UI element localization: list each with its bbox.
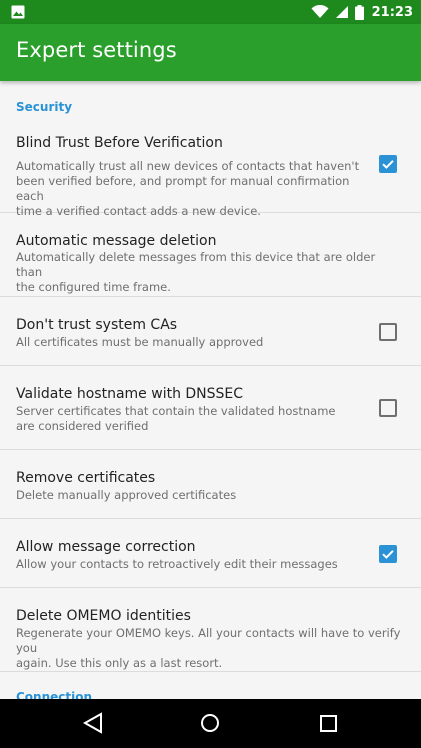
cell-signal-icon: [335, 6, 348, 18]
image-icon: [11, 5, 25, 19]
navigation-bar: [0, 699, 421, 748]
status-bar: 21:23: [0, 0, 421, 24]
app-bar: Expert settings: [0, 24, 421, 81]
pref-delete-omemo-identities[interactable]: Delete OMEMO identities Regenerate your …: [0, 588, 421, 672]
battery-icon: [354, 4, 364, 20]
settings-list[interactable]: Security Blind Trust Before Verification…: [0, 81, 421, 699]
pref-title: Don't trust system CAs: [16, 317, 178, 333]
pref-summary: Allow your contacts to retroactively edi…: [16, 557, 338, 571]
pref-dont-trust-system-cas[interactable]: Don't trust system CAs All certificates …: [0, 297, 421, 366]
pref-title: Blind Trust Before Verification: [16, 135, 223, 151]
page-title: Expert settings: [16, 38, 177, 62]
wifi-icon: [311, 5, 329, 18]
pref-automatic-message-deletion[interactable]: Automatic message deletion Automatically…: [0, 213, 421, 297]
pref-title: Automatic message deletion: [16, 233, 217, 249]
section-header-security: Security: [16, 100, 73, 114]
validate-hostname-checkbox[interactable]: [379, 399, 397, 417]
home-icon[interactable]: [199, 711, 221, 735]
pref-title: Delete OMEMO identities: [16, 608, 191, 624]
pref-summary: Automatically delete messages from this …: [16, 250, 376, 294]
pref-summary: Regenerate your OMEMO keys. All your con…: [16, 626, 401, 670]
section-header-connection: Connection: [16, 690, 93, 699]
pref-allow-message-correction[interactable]: Allow message correction Allow your cont…: [0, 519, 421, 588]
checkmark-icon: [382, 550, 394, 559]
pref-remove-certificates[interactable]: Remove certificates Delete manually appr…: [0, 450, 421, 519]
pref-summary: Delete manually approved certificates: [16, 488, 237, 502]
back-icon[interactable]: [82, 711, 104, 735]
pref-summary: All certificates must be manually approv…: [16, 335, 264, 349]
pref-title: Remove certificates: [16, 470, 156, 486]
allow-message-correction-checkbox[interactable]: [379, 545, 397, 563]
clock: 21:23: [371, 4, 413, 20]
pref-title: Allow message correction: [16, 539, 196, 555]
pref-validate-hostname-dnssec[interactable]: Validate hostname with DNSSEC Server cer…: [0, 366, 421, 450]
pref-summary: Automatically trust all new devices of c…: [16, 159, 360, 218]
recent-apps-icon[interactable]: [318, 711, 340, 735]
pref-title: Validate hostname with DNSSEC: [16, 386, 244, 402]
pref-blind-trust[interactable]: Blind Trust Before Verification Automati…: [0, 118, 421, 218]
dont-trust-system-cas-checkbox[interactable]: [379, 323, 397, 341]
pref-summary: Server certificates that contain the val…: [16, 404, 336, 433]
checkmark-icon: [382, 160, 394, 169]
blind-trust-checkbox[interactable]: [379, 155, 397, 173]
